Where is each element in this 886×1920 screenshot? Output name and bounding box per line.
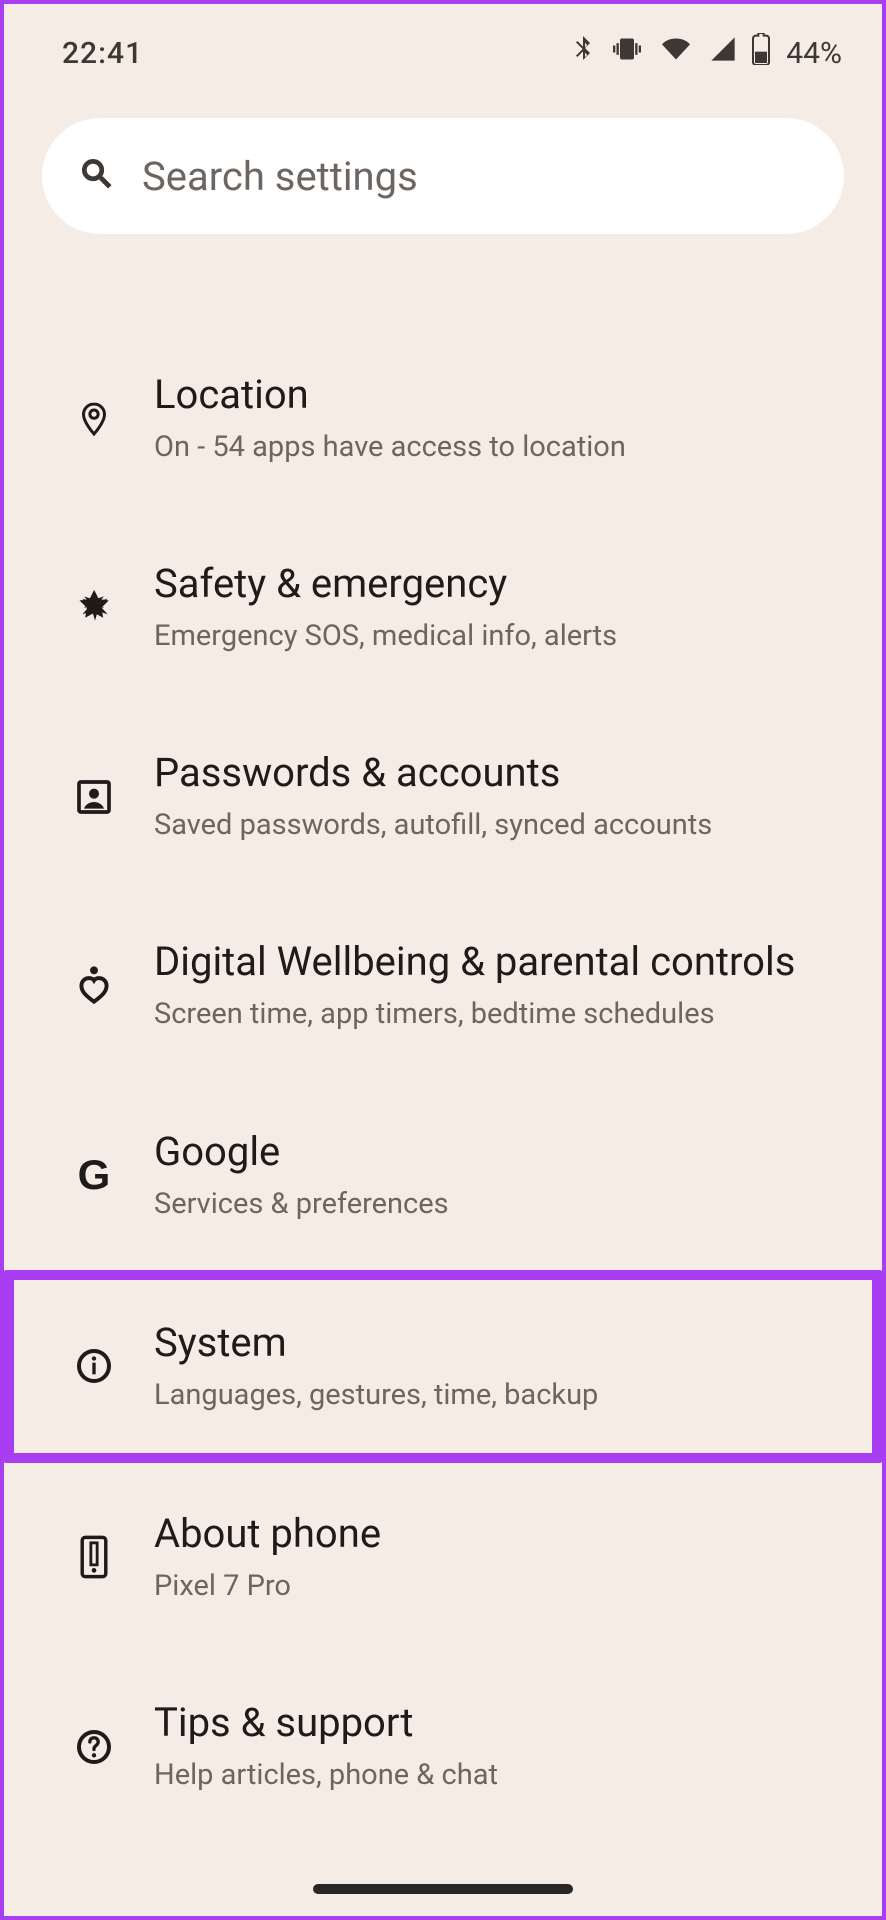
item-title: Location (154, 370, 832, 420)
item-title: Passwords & accounts (154, 748, 832, 798)
status-time: 22:41 (62, 36, 143, 71)
item-tips-support[interactable]: Tips & support Help articles, phone & ch… (4, 1652, 882, 1841)
status-icons: 44% (572, 32, 842, 74)
item-title: System (154, 1318, 832, 1368)
item-safety-emergency[interactable]: Safety & emergency Emergency SOS, medica… (4, 513, 882, 702)
item-subtitle: Help articles, phone & chat (154, 1756, 832, 1795)
signal-icon (708, 35, 738, 71)
item-subtitle: Saved passwords, autofill, synced accoun… (154, 806, 832, 845)
item-subtitle: Services & preferences (154, 1185, 832, 1224)
item-title: Safety & emergency (154, 559, 832, 609)
settings-list: Location On - 54 apps have access to loc… (4, 324, 882, 1841)
highlight-system: System Languages, gestures, time, backup (4, 1270, 882, 1463)
item-subtitle: Screen time, app timers, bedtime schedul… (154, 995, 832, 1034)
item-title: Digital Wellbeing & parental controls (154, 937, 832, 987)
item-title: Google (154, 1127, 832, 1177)
item-location[interactable]: Location On - 54 apps have access to loc… (4, 324, 882, 513)
battery-icon (752, 33, 770, 73)
search-icon (78, 155, 116, 197)
item-google[interactable]: G Google Services & preferences (4, 1081, 882, 1270)
vibrate-icon (610, 35, 644, 71)
accounts-icon (34, 777, 154, 817)
item-title: Tips & support (154, 1698, 832, 1748)
wifi-icon (658, 35, 694, 71)
google-icon: G (34, 1151, 154, 1199)
item-system[interactable]: System Languages, gestures, time, backup (14, 1280, 872, 1453)
navigation-handle[interactable] (313, 1884, 573, 1894)
system-icon (34, 1346, 154, 1386)
bluetooth-icon (572, 32, 596, 74)
location-icon (34, 397, 154, 441)
emergency-icon (34, 588, 154, 628)
item-subtitle: Pixel 7 Pro (154, 1567, 832, 1606)
item-about-phone[interactable]: About phone Pixel 7 Pro (4, 1463, 882, 1652)
phone-icon (34, 1535, 154, 1579)
item-subtitle: Languages, gestures, time, backup (154, 1376, 832, 1415)
status-bar: 22:41 44% (4, 4, 882, 94)
help-icon (34, 1727, 154, 1767)
item-title: About phone (154, 1509, 832, 1559)
item-passwords-accounts[interactable]: Passwords & accounts Saved passwords, au… (4, 702, 882, 891)
search-placeholder: Search settings (142, 153, 418, 200)
search-input[interactable]: Search settings (42, 118, 844, 234)
battery-percentage: 44% (786, 36, 842, 71)
item-subtitle: On - 54 apps have access to location (154, 428, 832, 467)
wellbeing-icon (34, 964, 154, 1008)
item-subtitle: Emergency SOS, medical info, alerts (154, 617, 832, 656)
item-digital-wellbeing[interactable]: Digital Wellbeing & parental controls Sc… (4, 891, 882, 1080)
